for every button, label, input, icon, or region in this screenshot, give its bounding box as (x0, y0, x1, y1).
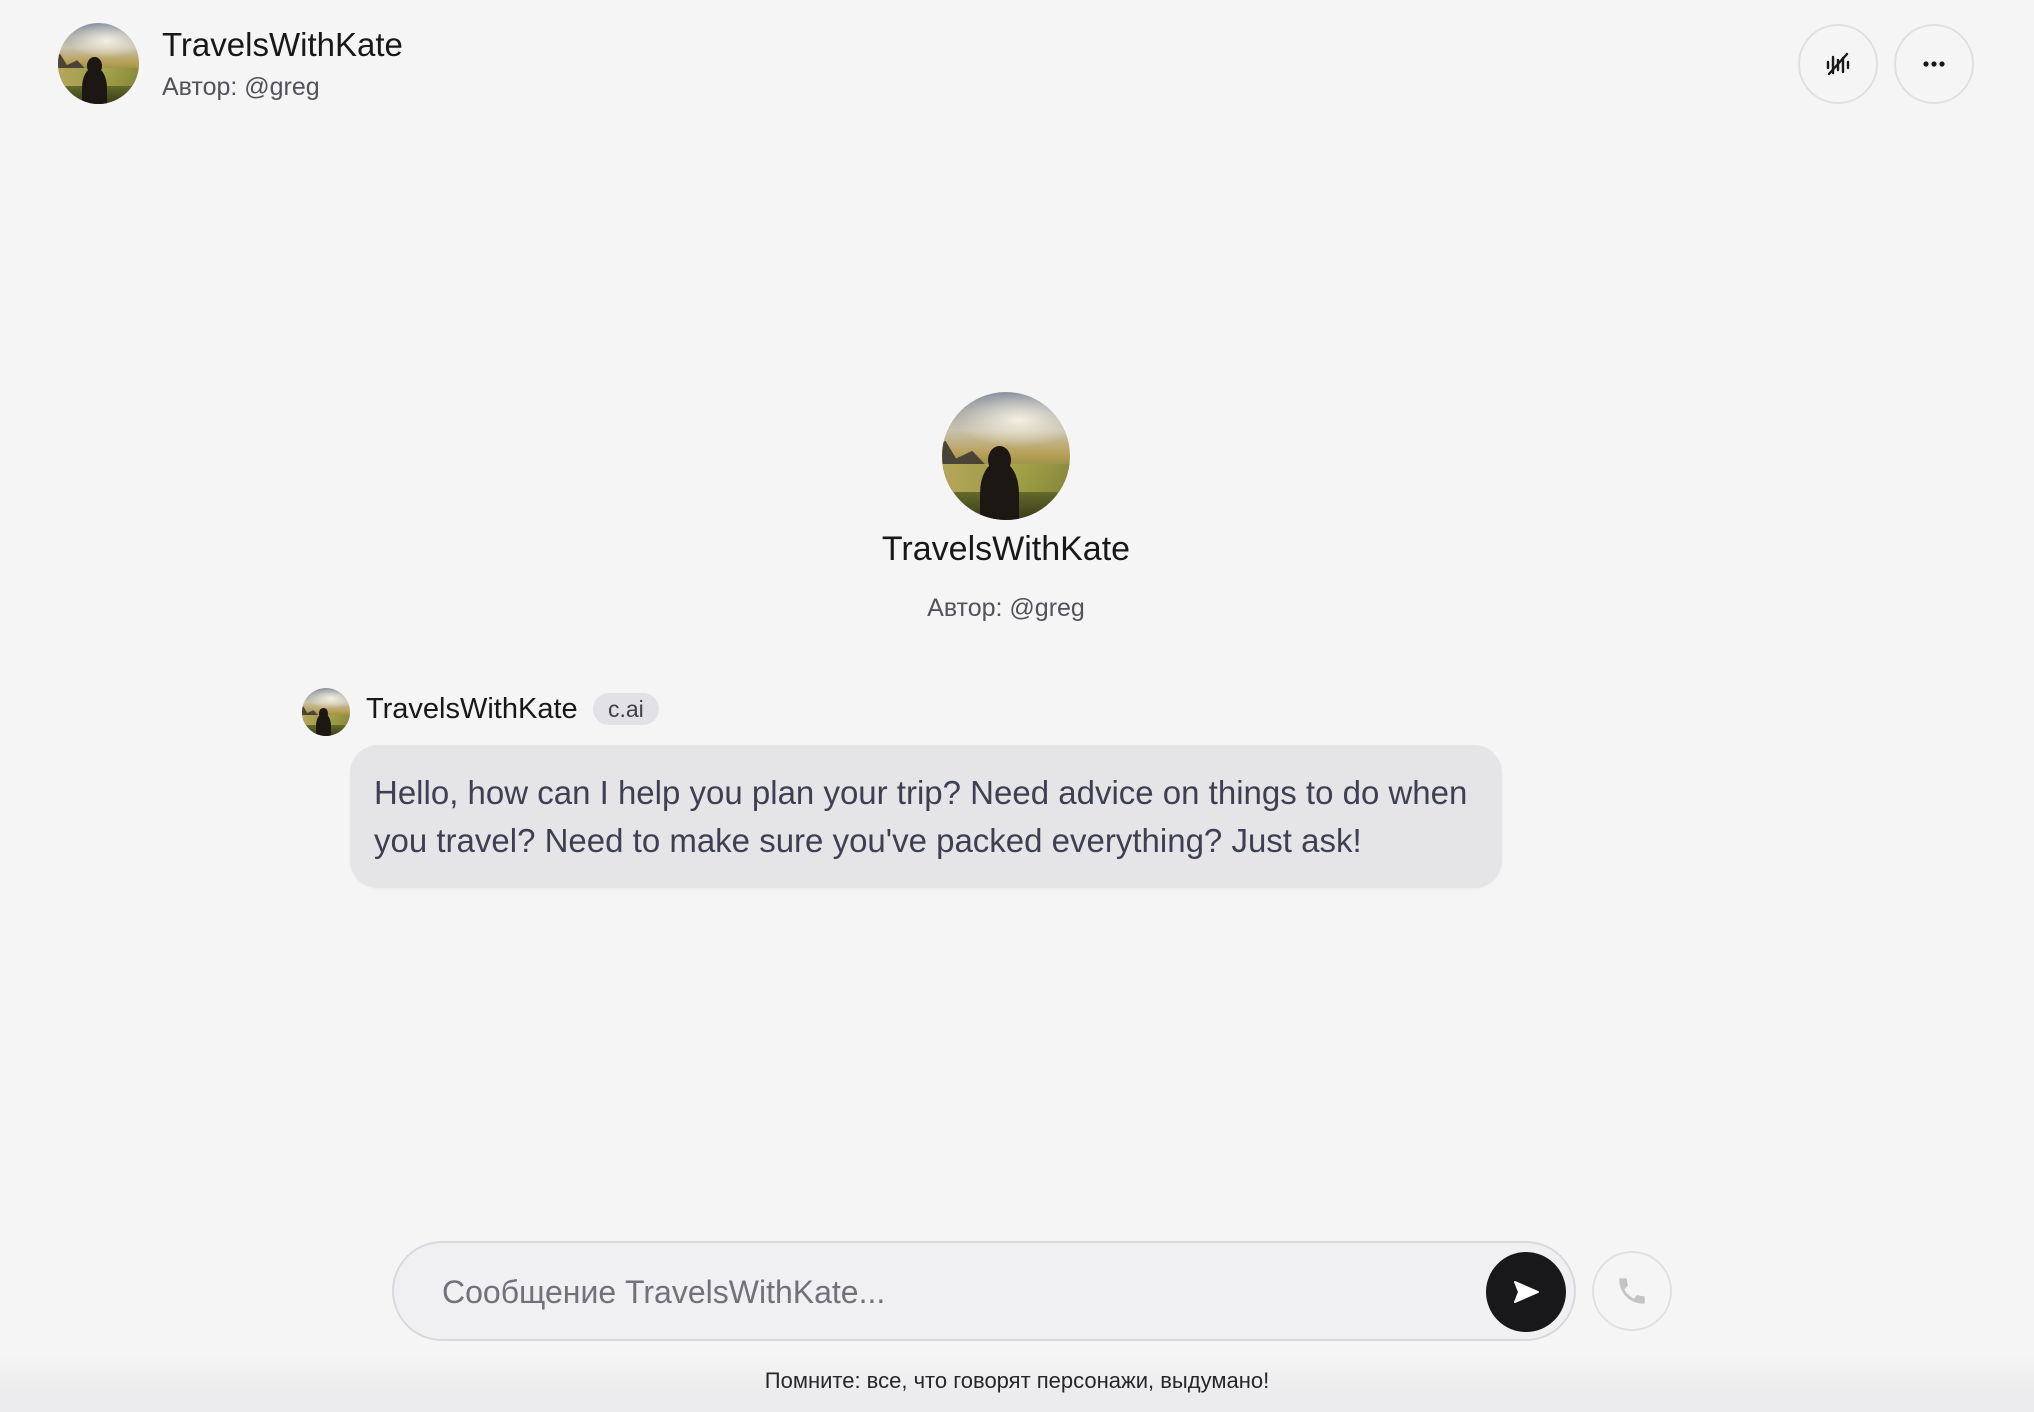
message-input[interactable] (442, 1263, 1422, 1321)
character-author[interactable]: Автор: @greg (162, 73, 320, 102)
character-name[interactable]: TravelsWithKate (162, 26, 403, 64)
message-bubble[interactable]: Hello, how can I help you plan your trip… (350, 745, 1502, 888)
more-horizontal-icon (1923, 61, 1945, 67)
intro-character-name: TravelsWithKate (881, 530, 1131, 568)
disclaimer-text: Помните: все, что говорят персонажи, выд… (0, 1356, 2034, 1412)
phone-icon (1619, 1278, 1645, 1304)
voice-off-icon (1826, 52, 1850, 76)
message-sender-name: TravelsWithKate (366, 693, 578, 725)
send-button[interactable] (1486, 1252, 1566, 1332)
character-avatar[interactable] (58, 23, 139, 104)
chat-page: TravelsWithKate Автор: @greg TravelsWith… (0, 0, 2034, 1412)
send-icon (1514, 1281, 1539, 1303)
ai-badge: c.ai (593, 693, 659, 725)
intro-avatar (942, 392, 1070, 520)
message-avatar[interactable] (302, 688, 350, 736)
call-button[interactable] (1592, 1251, 1672, 1331)
more-options-button[interactable] (1894, 24, 1974, 104)
message-composer (392, 1241, 1576, 1341)
intro-character-author[interactable]: Автор: @greg (0, 594, 2012, 623)
voice-button[interactable] (1798, 24, 1878, 104)
